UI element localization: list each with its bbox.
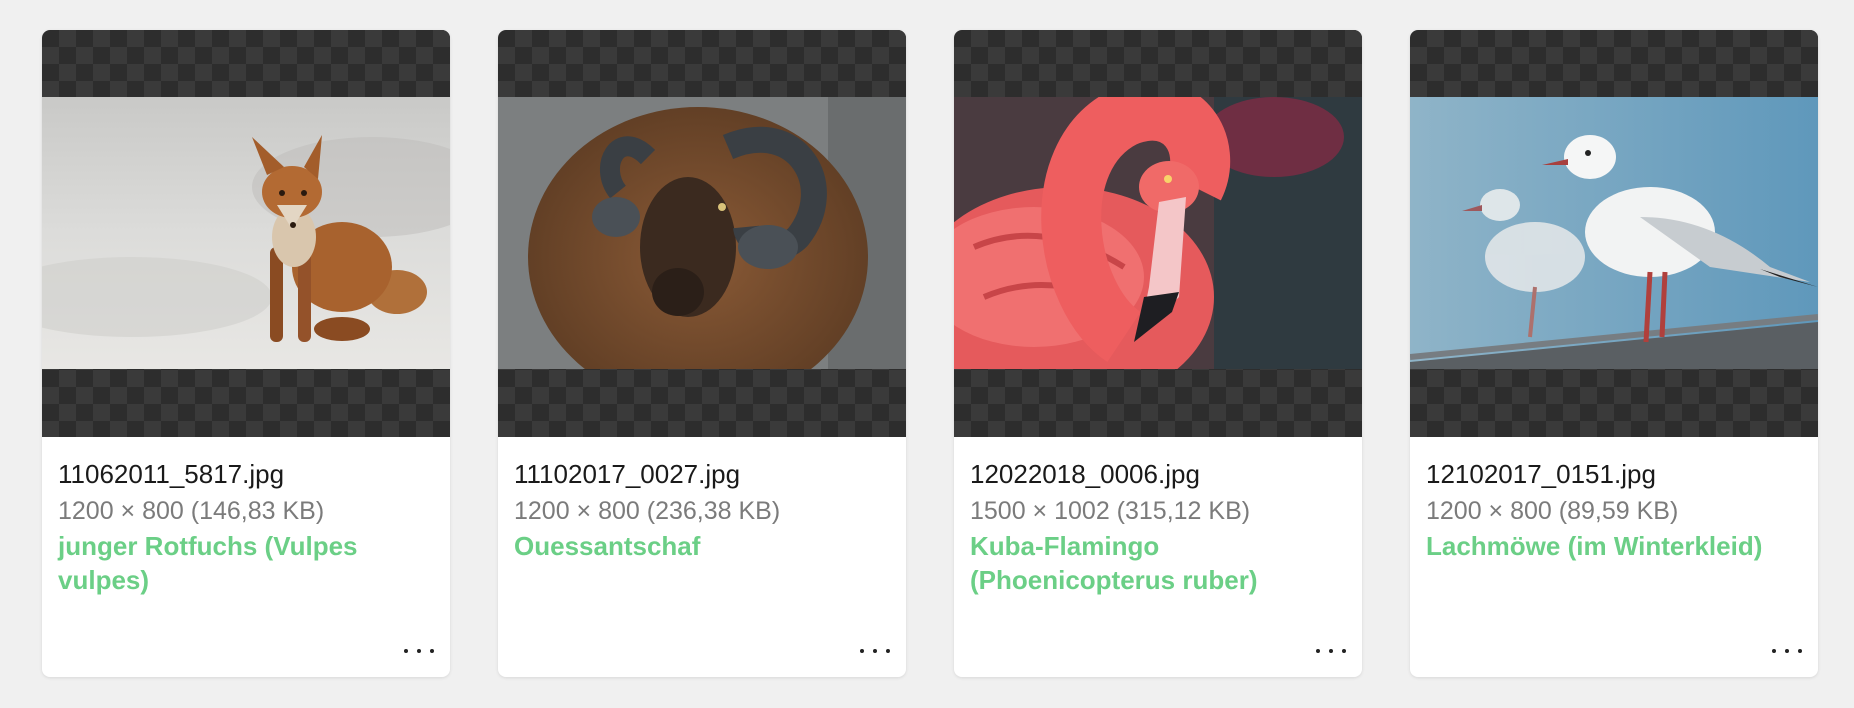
image-thumbnail[interactable] (1410, 30, 1818, 437)
image-title[interactable]: Kuba-Flamingo (Phoenicopterus ruber) (970, 529, 1346, 597)
sheep-photo (498, 97, 906, 369)
image-title[interactable]: Lachmöwe (im Winterkleid) (1426, 529, 1802, 563)
media-card[interactable]: 11102017_0027.jpg 1200 × 800 (236,38 KB)… (498, 30, 906, 677)
file-name: 12102017_0151.jpg (1426, 459, 1656, 489)
more-horizontal-icon[interactable] (404, 641, 434, 661)
card-info: 12022018_0006.jpg 1500 × 1002 (315,12 KB… (954, 437, 1362, 597)
flamingo-photo (954, 97, 1362, 369)
media-card[interactable]: 12102017_0151.jpg 1200 × 800 (89,59 KB) … (1410, 30, 1818, 677)
image-title[interactable]: Ouessantschaf (514, 529, 890, 563)
media-card[interactable]: 11062011_5817.jpg 1200 × 800 (146,83 KB)… (42, 30, 450, 677)
gulls-photo (1410, 97, 1818, 369)
image-title[interactable]: junger Rotfuchs (Vulpes vulpes) (58, 529, 434, 597)
image-thumbnail[interactable] (954, 30, 1362, 437)
more-horizontal-icon[interactable] (1772, 641, 1802, 661)
file-name: 12022018_0006.jpg (970, 459, 1200, 489)
file-name: 11102017_0027.jpg (514, 459, 741, 489)
fox-photo (42, 97, 450, 369)
file-dimensions-size: 1200 × 800 (89,59 KB) (1426, 497, 1679, 525)
image-thumbnail[interactable] (42, 30, 450, 437)
file-dimensions-size: 1200 × 800 (146,83 KB) (58, 497, 325, 525)
card-info: 11102017_0027.jpg 1200 × 800 (236,38 KB)… (498, 437, 906, 563)
file-dimensions-size: 1500 × 1002 (315,12 KB) (970, 497, 1251, 525)
media-card[interactable]: 12022018_0006.jpg 1500 × 1002 (315,12 KB… (954, 30, 1362, 677)
more-horizontal-icon[interactable] (1316, 641, 1346, 661)
card-info: 12102017_0151.jpg 1200 × 800 (89,59 KB) … (1410, 437, 1818, 563)
file-dimensions-size: 1200 × 800 (236,38 KB) (514, 497, 781, 525)
media-grid: 11062011_5817.jpg 1200 × 800 (146,83 KB)… (42, 30, 1818, 677)
card-info: 11062011_5817.jpg 1200 × 800 (146,83 KB)… (42, 437, 450, 597)
more-horizontal-icon[interactable] (860, 641, 890, 661)
image-thumbnail[interactable] (498, 30, 906, 437)
file-name: 11062011_5817.jpg (58, 459, 285, 489)
